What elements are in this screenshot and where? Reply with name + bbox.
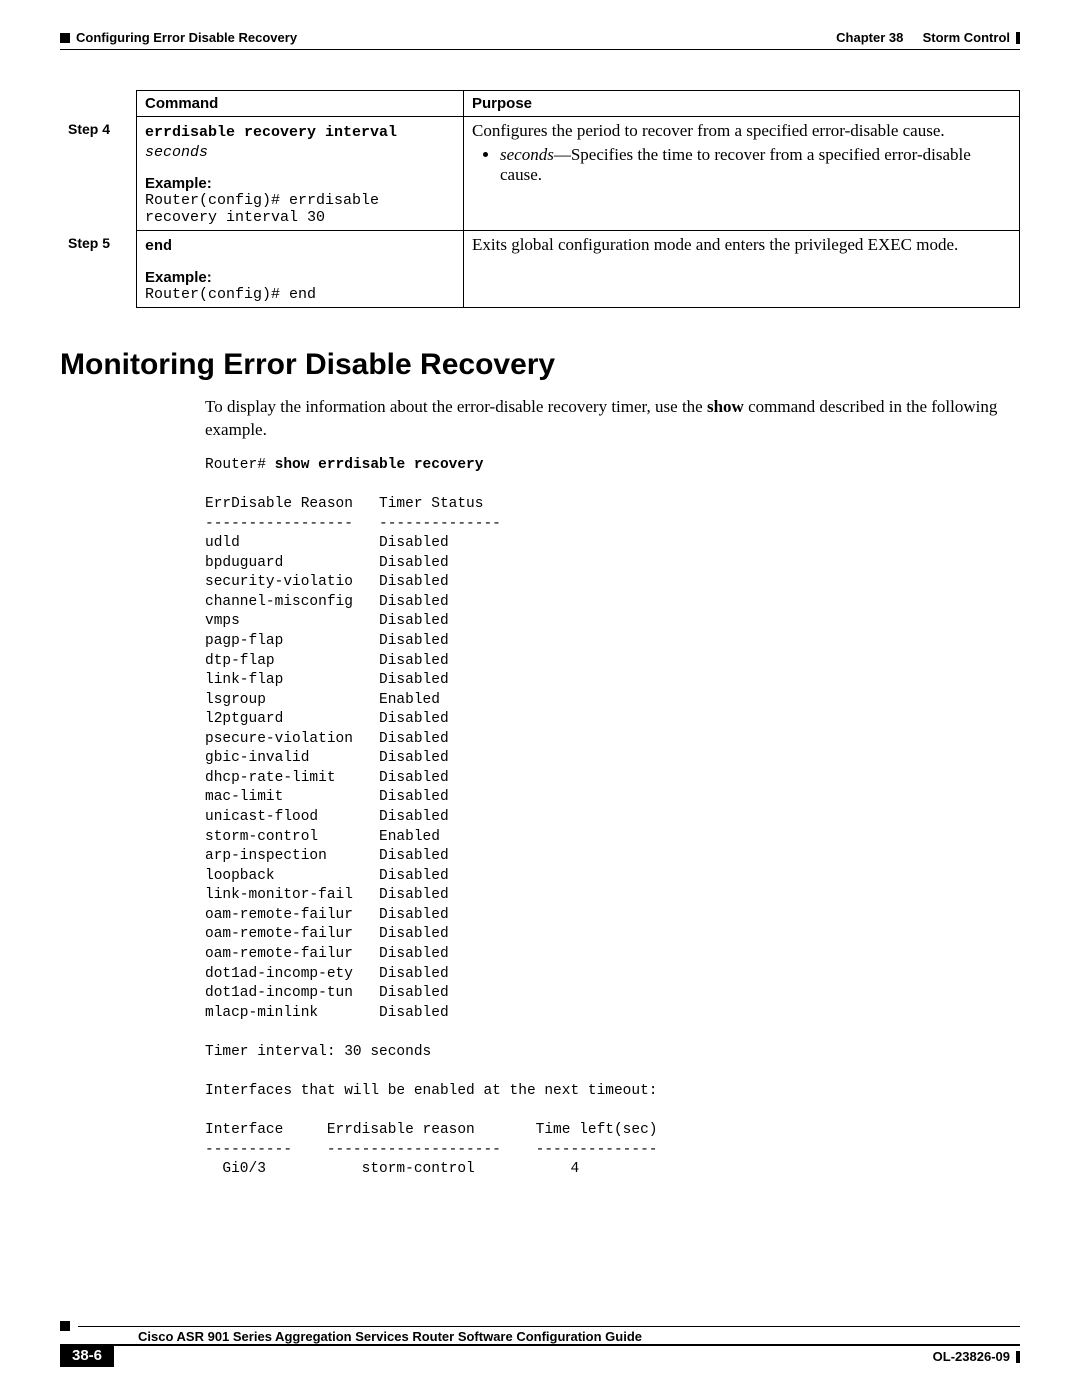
- step5-label: Step 5: [60, 231, 137, 308]
- step4-cmd-arg: seconds: [145, 144, 208, 161]
- page-number: 38-6: [60, 1344, 114, 1367]
- timer-interval-line: Timer interval: 30 seconds: [205, 1044, 431, 1060]
- step5-command-cell: end Example: Router(config)# end: [137, 231, 464, 308]
- th-command: Command: [137, 91, 464, 117]
- step5-cmd: end: [145, 238, 172, 255]
- cli-prompt: Router#: [205, 457, 275, 473]
- step5-purpose-cell: Exits global configuration mode and ente…: [464, 231, 1020, 308]
- step4-label: Step 4: [60, 117, 137, 231]
- example-label: Example:: [145, 269, 455, 286]
- page-header: Configuring Error Disable Recovery Chapt…: [60, 30, 1020, 45]
- chapter-number: Chapter 38: [836, 30, 903, 45]
- book-title: Cisco ASR 901 Series Aggregation Service…: [78, 1329, 1020, 1344]
- page-footer: Cisco ASR 901 Series Aggregation Service…: [60, 1321, 1020, 1367]
- footer-end-bar-icon: [1016, 1351, 1020, 1363]
- cli-command: show errdisable recovery: [275, 457, 484, 473]
- header-rule: [60, 49, 1020, 50]
- footer-marker-icon: [60, 1321, 70, 1331]
- bullet-rest: —Specifies the time to recover from a sp…: [500, 145, 971, 184]
- header-marker-icon: [60, 33, 70, 43]
- section-heading: Monitoring Error Disable Recovery: [60, 348, 1020, 382]
- step4-command-cell: errdisable recovery interval seconds Exa…: [137, 117, 464, 231]
- command-table: Command Purpose Step 4 errdisable recove…: [60, 90, 1020, 308]
- th-purpose: Purpose: [464, 91, 1020, 117]
- step4-purpose-cell: Configures the period to recover from a …: [464, 117, 1020, 231]
- step4-example: Router(config)# errdisable recovery inte…: [145, 192, 455, 226]
- chapter-title: Storm Control: [923, 30, 1010, 45]
- intro-paragraph: To display the information about the err…: [205, 396, 1020, 442]
- cli-output: Router# show errdisable recovery ErrDisa…: [205, 456, 1020, 1180]
- intro-pre: To display the information about the err…: [205, 397, 707, 416]
- step5-example: Router(config)# end: [145, 286, 455, 303]
- next-timeout-line: Interfaces that will be enabled at the n…: [205, 1083, 657, 1099]
- step5-purpose: Exits global configuration mode and ente…: [472, 235, 1011, 255]
- doc-id: OL-23826-09: [933, 1349, 1010, 1364]
- breadcrumb: Configuring Error Disable Recovery: [76, 30, 297, 45]
- bullet-arg: seconds: [500, 145, 554, 164]
- header-end-bar-icon: [1016, 32, 1020, 44]
- example-label: Example:: [145, 175, 455, 192]
- step4-purpose: Configures the period to recover from a …: [472, 121, 1011, 141]
- step4-bullet: seconds—Specifies the time to recover fr…: [500, 145, 1011, 185]
- step4-cmd: errdisable recovery interval: [145, 124, 397, 141]
- intro-bold: show: [707, 397, 744, 416]
